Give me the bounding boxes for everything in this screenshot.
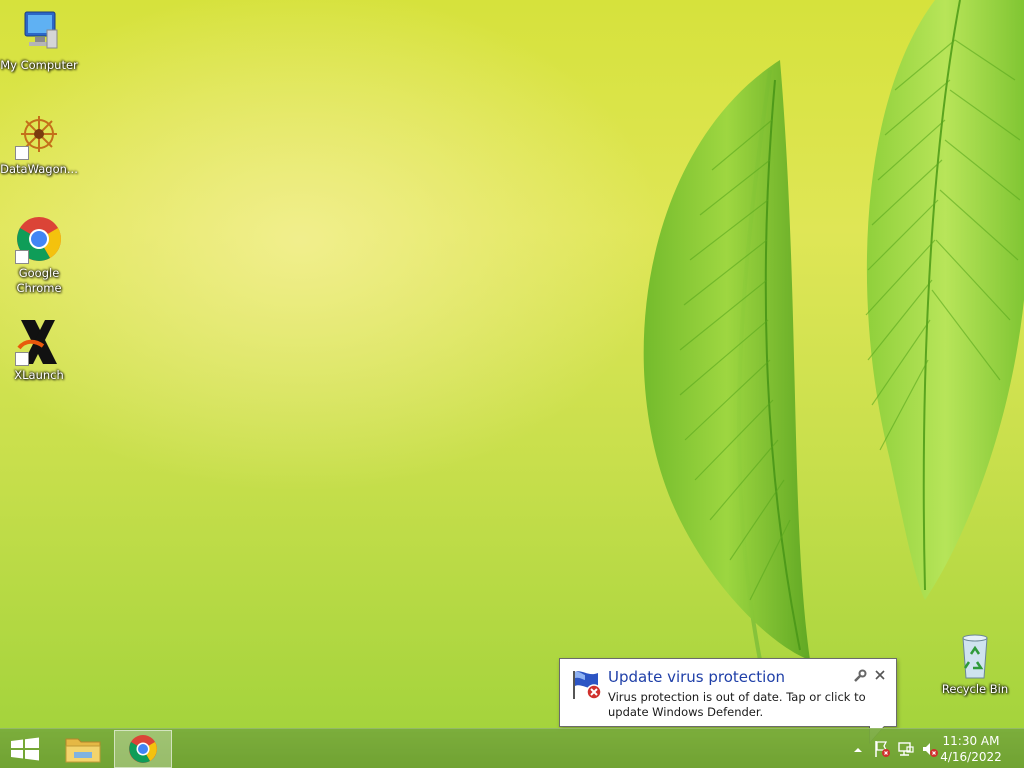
network-icon[interactable]: [896, 739, 916, 759]
shortcut-arrow-icon: [15, 250, 29, 264]
windows-logo-icon: [11, 737, 39, 761]
desktop-icon-my-computer[interactable]: My Computer: [0, 8, 78, 73]
desktop-icon-xlaunch[interactable]: XLaunch: [0, 318, 78, 383]
notification-body: Virus protection is out of date. Tap or …: [608, 690, 866, 719]
chevron-up-icon[interactable]: [848, 739, 868, 759]
computer-icon: [15, 8, 63, 56]
desktop-icon-label: Google Chrome: [16, 266, 62, 295]
file-explorer-button[interactable]: [56, 730, 110, 768]
clock-date: 4/16/2022: [940, 750, 1002, 764]
xlaunch-icon: [15, 318, 63, 366]
chrome-taskbar-button[interactable]: [114, 730, 172, 768]
datawagon-icon: [15, 112, 63, 160]
chrome-icon: [129, 735, 157, 763]
recycle-bin-icon: [951, 632, 999, 680]
notification-balloon[interactable]: Update virus protection Virus protection…: [559, 658, 897, 727]
wallpaper-leaves: [643, 0, 1024, 661]
file-explorer-icon: [65, 738, 101, 763]
shortcut-arrow-icon: [15, 146, 29, 160]
taskbar-clock[interactable]: 11:30 AM 4/16/2022: [936, 733, 1006, 765]
taskbar: 11:30 AM 4/16/2022: [0, 728, 1024, 768]
notification-title: Update virus protection: [608, 668, 786, 686]
shield-flag-error-icon: [570, 669, 604, 701]
desktop-icon-label: Recycle Bin: [941, 682, 1009, 696]
close-icon[interactable]: [873, 667, 887, 681]
desktop-icon-label: My Computer: [0, 58, 78, 72]
desktop-icon-datawagon[interactable]: DataWagon...: [0, 112, 78, 177]
wrench-icon[interactable]: [853, 668, 867, 682]
desktop-icon-google-chrome[interactable]: Google Chrome: [0, 216, 78, 296]
shortcut-arrow-icon: [15, 352, 29, 366]
desktop-icon-label: XLaunch: [14, 368, 64, 382]
desktop-icon-recycle-bin[interactable]: Recycle Bin: [936, 632, 1014, 697]
clock-time: 11:30 AM: [942, 734, 1000, 748]
desktop-icon-label: DataWagon...: [0, 162, 78, 176]
action-center-flag-icon[interactable]: [872, 739, 892, 759]
chrome-icon: [15, 216, 63, 264]
start-button[interactable]: [0, 730, 50, 768]
desktop[interactable]: My Computer DataWagon... Google Chrome X…: [0, 0, 1024, 768]
